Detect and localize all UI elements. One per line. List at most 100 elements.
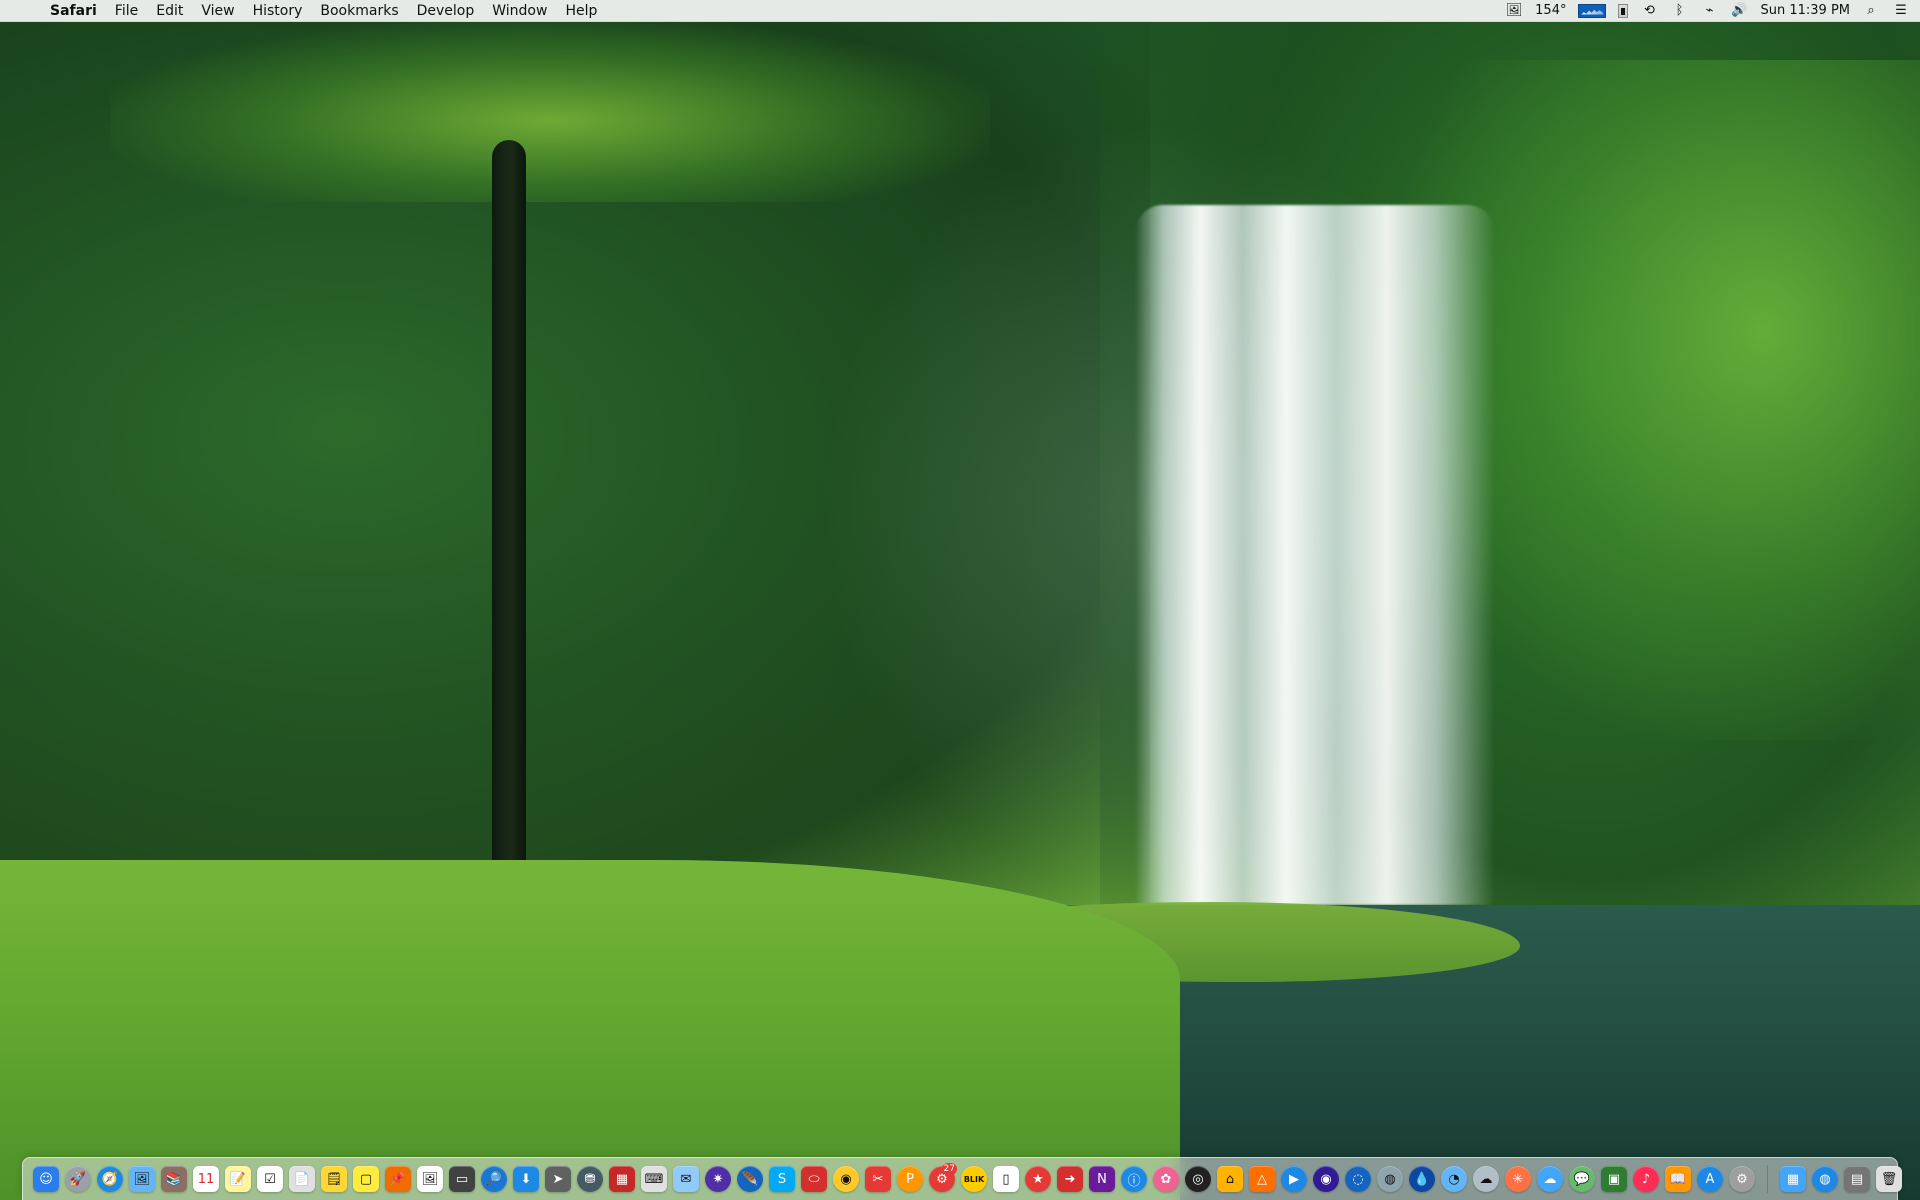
dock-item-badge-app[interactable]: ⚙ 27 [929, 1163, 957, 1192]
wallpaper-tree-trunk [492, 140, 526, 960]
dock-item-reminders[interactable]: ☑ [257, 1166, 283, 1192]
documents-icon: 📄 [293, 1171, 311, 1187]
dock-item-skype[interactable]: S [769, 1166, 795, 1192]
menu-edit[interactable]: Edit [156, 0, 183, 22]
calendar-icon: 11 [197, 1171, 215, 1187]
notification-center-icon[interactable]: ☰ [1892, 3, 1910, 18]
menu-help[interactable]: Help [565, 0, 597, 22]
menu-bookmarks[interactable]: Bookmarks [320, 0, 398, 22]
dock-item-blik[interactable]: BLIK [961, 1166, 987, 1192]
dock-item-globe-app[interactable]: ◍ [1377, 1166, 1403, 1192]
bluetooth-icon[interactable]: ᛒ [1670, 3, 1688, 18]
menu-app-name[interactable]: Safari [50, 0, 97, 22]
dock-item-red-app[interactable]: ⬭ [801, 1166, 827, 1192]
volume-icon[interactable]: 🔊 [1730, 3, 1748, 18]
dock-item-mail-app[interactable]: ✉ [673, 1166, 699, 1192]
time-machine-icon[interactable]: ⟲ [1640, 3, 1658, 18]
dock-item-vlc[interactable]: △ [1249, 1166, 1275, 1192]
cloud-app-icon: ☁ [1543, 1171, 1557, 1187]
dock-item-safari[interactable]: 🧭 [97, 1166, 123, 1192]
dock-item-books[interactable]: 📖 [1665, 1166, 1691, 1192]
apple-menu-icon[interactable] [18, 4, 32, 18]
flower-app-icon: ✿ [1160, 1171, 1172, 1187]
dock-item-bookshelf[interactable]: 📚 [161, 1166, 187, 1192]
dock-item-droplet-app[interactable]: 💧 [1409, 1166, 1435, 1192]
dock-item-music[interactable]: ♪ [1633, 1166, 1659, 1192]
menu-view[interactable]: View [201, 0, 234, 22]
dock-item-text-editor[interactable]: ▯ [993, 1166, 1019, 1192]
dock-item-stack[interactable]: ▤ [1844, 1166, 1870, 1192]
dock-item-weather-app[interactable]: ☁ [1473, 1166, 1499, 1192]
dock-item-record-app[interactable]: ◉ [1313, 1166, 1339, 1192]
wallpaper-grass [0, 860, 1180, 1200]
dock-item-camera-app[interactable]: ◎ [1185, 1166, 1211, 1192]
menu-bar-clock[interactable]: Sun 11:39 PM [1760, 3, 1850, 18]
dock-item-photo-booth[interactable]: ▦ [609, 1166, 635, 1192]
dock-item-galaxy-app[interactable]: ✷ [705, 1166, 731, 1192]
dock-item-notes[interactable]: 📝 [225, 1166, 251, 1192]
downloads-icon: ⬇ [520, 1171, 532, 1187]
dock-item-folder-app[interactable]: ⌂ [1217, 1166, 1243, 1192]
dock-item-keyboard-app[interactable]: ⌨ [641, 1166, 667, 1192]
dock-item-info-app[interactable]: ⓘ [1121, 1166, 1147, 1192]
dock-item-launchpad[interactable]: 🚀 [65, 1166, 91, 1192]
dock-item-tool-app[interactable]: ✂ [865, 1166, 891, 1192]
dock-item-search-app[interactable]: 🔎 [481, 1166, 507, 1192]
image-viewer-icon: 🖼 [421, 1171, 439, 1187]
spotlight-icon[interactable]: ⌕ [1862, 3, 1880, 18]
dock-item-disk-utility[interactable]: ⛃ [577, 1166, 603, 1192]
droplet-app-icon: 💧 [1413, 1171, 1431, 1187]
dock-item-settings[interactable]: ⚙ [1729, 1166, 1755, 1192]
dock-item-stickies[interactable]: 🗒 [321, 1166, 347, 1192]
menu-develop[interactable]: Develop [417, 0, 475, 22]
dock-item-facetime[interactable]: ▣ [1601, 1166, 1627, 1192]
dock-item-flower-app[interactable]: ✿ [1153, 1166, 1179, 1192]
dock-item-chrome[interactable]: ◉ [833, 1166, 859, 1192]
weather-app-icon: ☁ [1479, 1171, 1493, 1187]
dock-item-feather-app[interactable]: 🪶 [737, 1166, 763, 1192]
mail-app-icon: ✉ [680, 1171, 692, 1187]
dock-item-notes-yellow[interactable]: ▢ [353, 1166, 379, 1192]
globe-blue-icon: ◍ [1819, 1171, 1831, 1187]
menu-history[interactable]: History [253, 0, 303, 22]
dock-item-pin-tool[interactable]: 📌 [385, 1166, 411, 1192]
dock-item-finder[interactable]: ☺ [33, 1166, 59, 1192]
dock-item-cloud-app[interactable]: ☁ [1537, 1166, 1563, 1192]
dock-item-documents[interactable]: 📄 [289, 1166, 315, 1192]
dock-item-arrow-red[interactable]: ➜ [1057, 1166, 1083, 1192]
wifi-icon[interactable]: ⌁ [1700, 3, 1718, 18]
image-icon[interactable]: 🖼 [1505, 3, 1523, 18]
temperature-readout[interactable]: 154° [1535, 3, 1566, 18]
trash-icon: 🗑 [1880, 1171, 1898, 1187]
dock-item-trash[interactable]: 🗑 [1876, 1166, 1902, 1192]
battery-icon[interactable] [1618, 3, 1629, 18]
dock-item-onenote[interactable]: N [1089, 1166, 1115, 1192]
menu-file[interactable]: File [115, 0, 138, 22]
dock-item-red-circle[interactable]: ★ [1025, 1166, 1051, 1192]
dock-item-p-app[interactable]: P [897, 1166, 923, 1192]
dock-item-chromium[interactable]: ◌ [1345, 1166, 1371, 1192]
dock-item-globe-blue[interactable]: ◍ [1812, 1166, 1838, 1192]
dock: ☺ 🚀 🧭 🖼 📚 11 📝 ☑ 📄 🗒 ▢ 📌 🖼 ▭ 🔎 ⬇ ➤ ⛃ ▦ ⌨ ✉ ✷ 🪶 S ⬭ ◉ ✂ P ⚙ 27 BLIK ▯ ★ ➜ N… [22, 1157, 1902, 1200]
dock-item-calendar[interactable]: 11 [193, 1166, 219, 1192]
dock-item-folder-blue[interactable]: ▦ [1780, 1166, 1806, 1192]
menu-bar-right: 🖼 154° ⟲ ᛒ ⌁ 🔊 Sun 11:39 PM ⌕ ☰ [1505, 0, 1910, 22]
globe-app-icon: ◍ [1384, 1171, 1396, 1187]
dock-item-photos-app[interactable]: ◔ [1441, 1166, 1467, 1192]
dock-item-preview[interactable]: 🖼 [129, 1166, 155, 1192]
dock-item-messages[interactable]: 💬 [1569, 1166, 1595, 1192]
wallpaper-waterfall [1135, 205, 1495, 905]
wallpaper-tree-canopy [110, 22, 990, 202]
dock-item-image-viewer[interactable]: 🖼 [417, 1166, 443, 1192]
dock-item-pinwheel-app[interactable]: ✳ [1505, 1166, 1531, 1192]
bookshelf-icon: 📚 [165, 1171, 183, 1187]
menu-window[interactable]: Window [492, 0, 547, 22]
cpu-graph-icon[interactable] [1578, 3, 1607, 18]
record-app-icon: ◉ [1320, 1171, 1332, 1187]
dock-item-app-store[interactable]: A [1697, 1166, 1723, 1192]
dock-item-downloads[interactable]: ⬇ [513, 1166, 539, 1192]
app-store-icon: A [1705, 1171, 1715, 1187]
dock-item-play-app[interactable]: ▶ [1281, 1166, 1307, 1192]
dock-item-screen-app[interactable]: ▭ [449, 1166, 475, 1192]
dock-item-arrow-app[interactable]: ➤ [545, 1166, 571, 1192]
